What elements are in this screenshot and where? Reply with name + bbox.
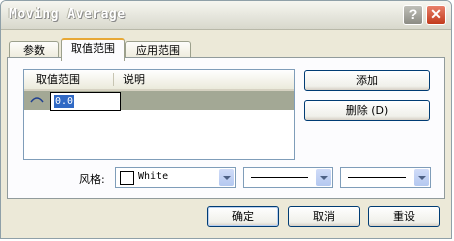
help-button[interactable]: ? bbox=[403, 5, 423, 25]
cancel-button[interactable]: 取消 bbox=[288, 206, 360, 227]
column-divider[interactable] bbox=[113, 73, 114, 86]
title-bar[interactable]: Moving Average ? ✕ bbox=[1, 1, 451, 30]
color-select[interactable]: White bbox=[115, 167, 236, 188]
delete-button[interactable]: 删除 (D) bbox=[304, 100, 430, 121]
close-button[interactable]: ✕ bbox=[426, 5, 446, 25]
column-header-level[interactable]: 取值范围 bbox=[36, 70, 80, 89]
reset-button[interactable]: 重设 bbox=[368, 206, 440, 227]
line-style-select[interactable] bbox=[243, 167, 333, 188]
level-value-text: 0.0 bbox=[54, 95, 75, 108]
line-width-preview bbox=[348, 177, 406, 178]
list-item[interactable]: 0.0 bbox=[24, 91, 294, 111]
levels-list[interactable]: 取值范围 说明 0.0 bbox=[23, 69, 295, 160]
color-name: White bbox=[138, 171, 169, 182]
level-line-icon bbox=[30, 97, 44, 103]
ok-button[interactable]: 确定 bbox=[207, 206, 279, 227]
line-width-select[interactable] bbox=[340, 167, 431, 188]
tab-levels[interactable]: 取值范围 bbox=[61, 38, 125, 61]
level-value-input[interactable]: 0.0 bbox=[50, 92, 121, 111]
chevron-down-icon[interactable] bbox=[316, 169, 331, 186]
column-header-description[interactable]: 说明 bbox=[123, 70, 145, 89]
chevron-down-icon[interactable] bbox=[219, 169, 234, 186]
add-button[interactable]: 添加 bbox=[304, 70, 430, 91]
style-label: 风格: bbox=[79, 173, 105, 186]
chevron-down-icon[interactable] bbox=[414, 169, 429, 186]
line-style-preview bbox=[251, 177, 308, 178]
dialog-window: Moving Average ? ✕ 参数 取值范围 应用范围 取值范围 说明 … bbox=[0, 0, 452, 239]
window-title: Moving Average bbox=[9, 7, 126, 22]
color-swatch bbox=[120, 171, 134, 185]
list-header: 取值范围 说明 bbox=[24, 70, 294, 91]
